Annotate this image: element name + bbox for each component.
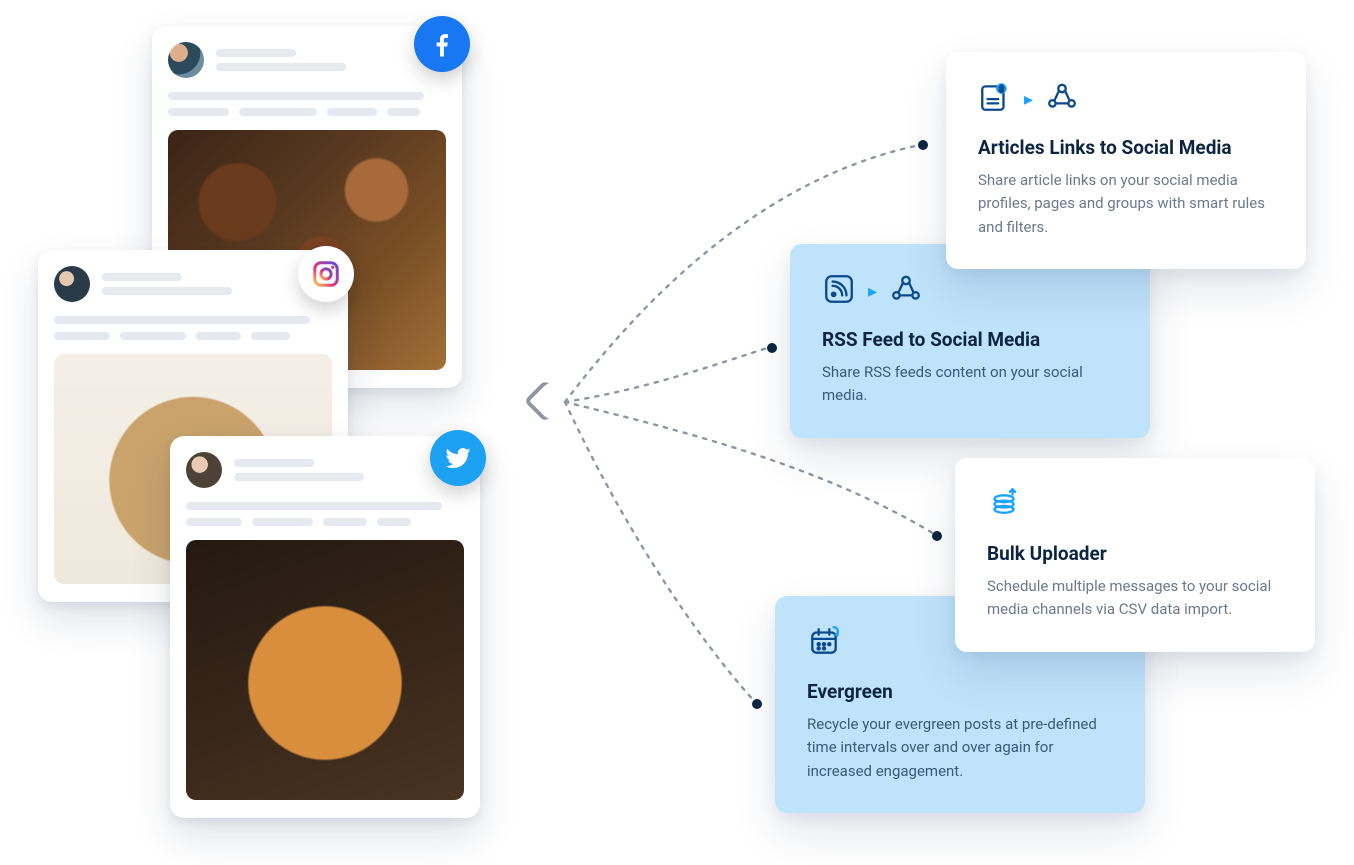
- connector-dot: [752, 699, 762, 709]
- feature-desc: Recycle your evergreen posts at pre-defi…: [807, 713, 1113, 783]
- avatar: [186, 452, 222, 488]
- arrow-right-icon: ▸: [868, 281, 877, 302]
- svg-text:$: $: [999, 85, 1003, 94]
- facebook-icon: [414, 16, 470, 72]
- feature-desc: Schedule multiple messages to your socia…: [987, 575, 1283, 622]
- post-card-twitter: [170, 436, 480, 818]
- avatar: [168, 42, 204, 78]
- calendar-repeat-icon: [807, 624, 841, 662]
- arrow-head-icon: [524, 380, 566, 422]
- audience-icon: [889, 272, 923, 310]
- article-icon: $: [978, 80, 1012, 118]
- feature-title: RSS Feed to Social Media: [822, 328, 1118, 351]
- post-image: [186, 540, 464, 800]
- feature-title: Bulk Uploader: [987, 542, 1283, 565]
- bulk-upload-icon: [987, 486, 1021, 524]
- connector-dot: [932, 531, 942, 541]
- connector-dot: [767, 343, 777, 353]
- arrow-right-icon: ▸: [1024, 89, 1033, 110]
- feature-articles: $ ▸ Articles Links to Social Media Share…: [946, 52, 1306, 269]
- audience-icon: [1045, 80, 1079, 118]
- twitter-icon: [430, 430, 486, 486]
- feature-title: Evergreen: [807, 680, 1113, 703]
- feature-desc: Share RSS feeds content on your social m…: [822, 361, 1118, 408]
- instagram-icon: [298, 246, 354, 302]
- rss-icon: [822, 272, 856, 310]
- feature-bulk: Bulk Uploader Schedule multiple messages…: [955, 458, 1315, 652]
- feature-desc: Share article links on your social media…: [978, 169, 1274, 239]
- connector-dot: [918, 140, 928, 150]
- avatar: [54, 266, 90, 302]
- diagram-stage: $ ▸ Articles Links to Social Media Share…: [0, 0, 1354, 865]
- feature-title: Articles Links to Social Media: [978, 136, 1274, 159]
- feature-rss: ▸ RSS Feed to Social Media Share RSS fee…: [790, 244, 1150, 438]
